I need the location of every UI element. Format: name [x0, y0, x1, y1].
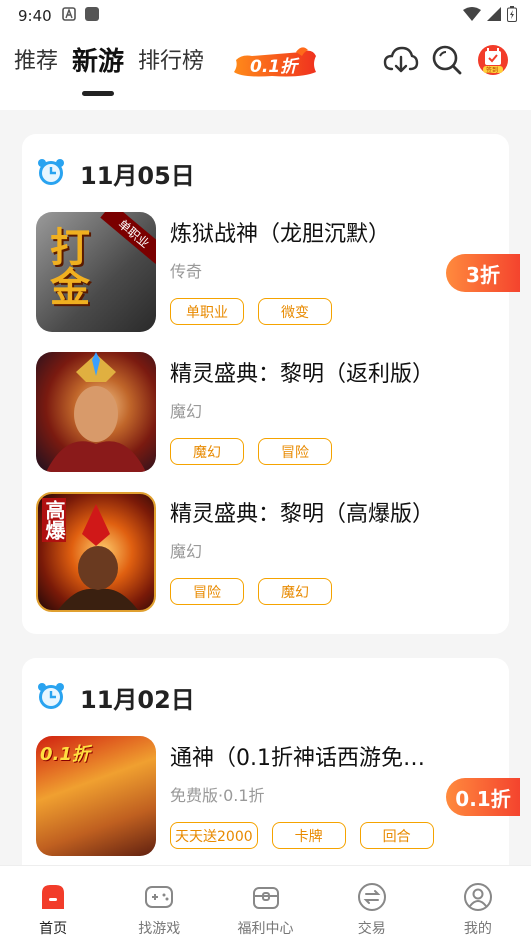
top-header: 推荐 新游 排行榜 0.1折 签到 [0, 32, 531, 110]
top-tabs: 推荐 新游 排行榜 [14, 42, 204, 96]
section-date: 11月05日 [80, 162, 195, 190]
game-tag: 魔幻 [170, 438, 244, 465]
game-item[interactable]: 打金 单职业 炼狱战神（龙胆沉默） 传奇 单职业 微变 3折 [36, 212, 520, 332]
new-games-list[interactable]: 11月05日 打金 单职业 炼狱战神（龙胆沉默） 传奇 单职业 微变 3折 精灵… [0, 110, 531, 865]
section-date: 11月02日 [80, 686, 195, 714]
alarm-clock-icon [36, 157, 66, 191]
game-item[interactable]: 高爆 精灵盛典：黎明（高爆版） 魔幻 冒险 魔幻 [36, 492, 506, 612]
game-genre: 魔幻 [170, 542, 203, 561]
game-tag: 天天送2000 [170, 822, 258, 849]
thumb-title: 打金 [43, 226, 89, 306]
discount-badge: 3折 [446, 254, 520, 292]
game-tag: 单职业 [170, 298, 244, 325]
game-tag: 回合 [359, 822, 434, 849]
game-tag: 冒险 [258, 438, 332, 465]
nav-label: 找游戏 [138, 921, 181, 937]
tab-recommend[interactable]: 推荐 [14, 42, 58, 82]
wifi-icon [463, 7, 481, 25]
game-tag: 冒险 [170, 578, 244, 605]
game-tags: 天天送2000 卡牌 回合 [170, 822, 434, 849]
date-section: 11月02日 0.1折 通神（0.1折神话西游免… 免费版·0.1折 天天送20… [22, 658, 520, 865]
nav-label: 我的 [463, 921, 492, 937]
game-name: 炼狱战神（龙胆沉默） [170, 222, 391, 247]
profile-icon [463, 882, 493, 912]
nav-label: 交易 [357, 921, 386, 937]
game-genre: 免费版·0.1折 [170, 786, 265, 805]
battery-icon [507, 6, 517, 26]
bottom-nav: 首页 找游戏 福利中心 交易 我的 [0, 865, 531, 945]
game-genre: 传奇 [170, 262, 203, 281]
game-item[interactable]: 0.1折 通神（0.1折神话西游免… 免费版·0.1折 天天送2000 卡牌 回… [36, 736, 520, 856]
promo-label: 0.1折 [250, 57, 298, 77]
gamepad-icon [144, 882, 174, 912]
nav-welfare-center[interactable]: 福利中心 [212, 866, 318, 945]
game-thumbnail: 0.1折 [36, 736, 156, 856]
game-genre: 魔幻 [170, 402, 203, 421]
date-header: 11月02日 [36, 680, 195, 715]
thumb-title: 高爆 [42, 498, 66, 542]
game-name: 精灵盛典：黎明（返利版） [170, 362, 435, 387]
header-actions: 签到 [383, 42, 511, 78]
signal-icon [487, 7, 501, 25]
home-icon [38, 882, 68, 912]
tab-ranking[interactable]: 排行榜 [138, 42, 204, 82]
status-time: 9:40 [18, 7, 52, 25]
game-item[interactable]: 精灵盛典：黎明（返利版） 魔幻 魔幻 冒险 [36, 352, 506, 472]
game-thumbnail [36, 352, 156, 472]
promo-0.1-discount-badge[interactable]: 0.1折 [232, 46, 318, 80]
alarm-clock-icon [36, 681, 66, 715]
date-section: 11月05日 打金 单职业 炼狱战神（龙胆沉默） 传奇 单职业 微变 3折 精灵… [22, 134, 520, 634]
signin-label: 签到 [486, 67, 499, 74]
game-thumbnail: 打金 单职业 [36, 212, 156, 332]
gift-box-icon [251, 882, 281, 912]
game-tags: 单职业 微变 [170, 298, 332, 325]
discount-badge: 0.1折 [446, 778, 520, 816]
game-thumbnail: 高爆 [36, 492, 156, 612]
nav-label: 首页 [39, 921, 68, 937]
notification-a-icon [61, 7, 76, 25]
nav-trade[interactable]: 交易 [319, 866, 425, 945]
notification-square-icon [84, 6, 100, 26]
nav-find-games[interactable]: 找游戏 [106, 866, 212, 945]
thumb-ribbon: 单职业 [100, 212, 156, 264]
thumb-title: 0.1折 [40, 744, 90, 765]
download-cloud-icon[interactable] [383, 42, 419, 78]
game-name: 通神（0.1折神话西游免… [170, 746, 425, 771]
game-tag: 魔幻 [258, 578, 332, 605]
search-icon[interactable] [429, 42, 465, 78]
game-tag: 卡牌 [271, 822, 346, 849]
nav-label: 福利中心 [237, 921, 294, 937]
exchange-icon [357, 882, 387, 912]
game-tag: 微变 [258, 298, 332, 325]
tab-new-games[interactable]: 新游 [72, 42, 124, 96]
game-tags: 冒险 魔幻 [170, 578, 332, 605]
status-bar: 9:40 [0, 0, 531, 32]
game-tags: 魔幻 冒险 [170, 438, 332, 465]
signin-calendar-icon[interactable]: 签到 [475, 42, 511, 78]
nav-mine[interactable]: 我的 [425, 866, 531, 945]
date-header: 11月05日 [36, 156, 195, 191]
game-name: 精灵盛典：黎明（高爆版） [170, 502, 435, 527]
nav-home[interactable]: 首页 [0, 866, 106, 945]
